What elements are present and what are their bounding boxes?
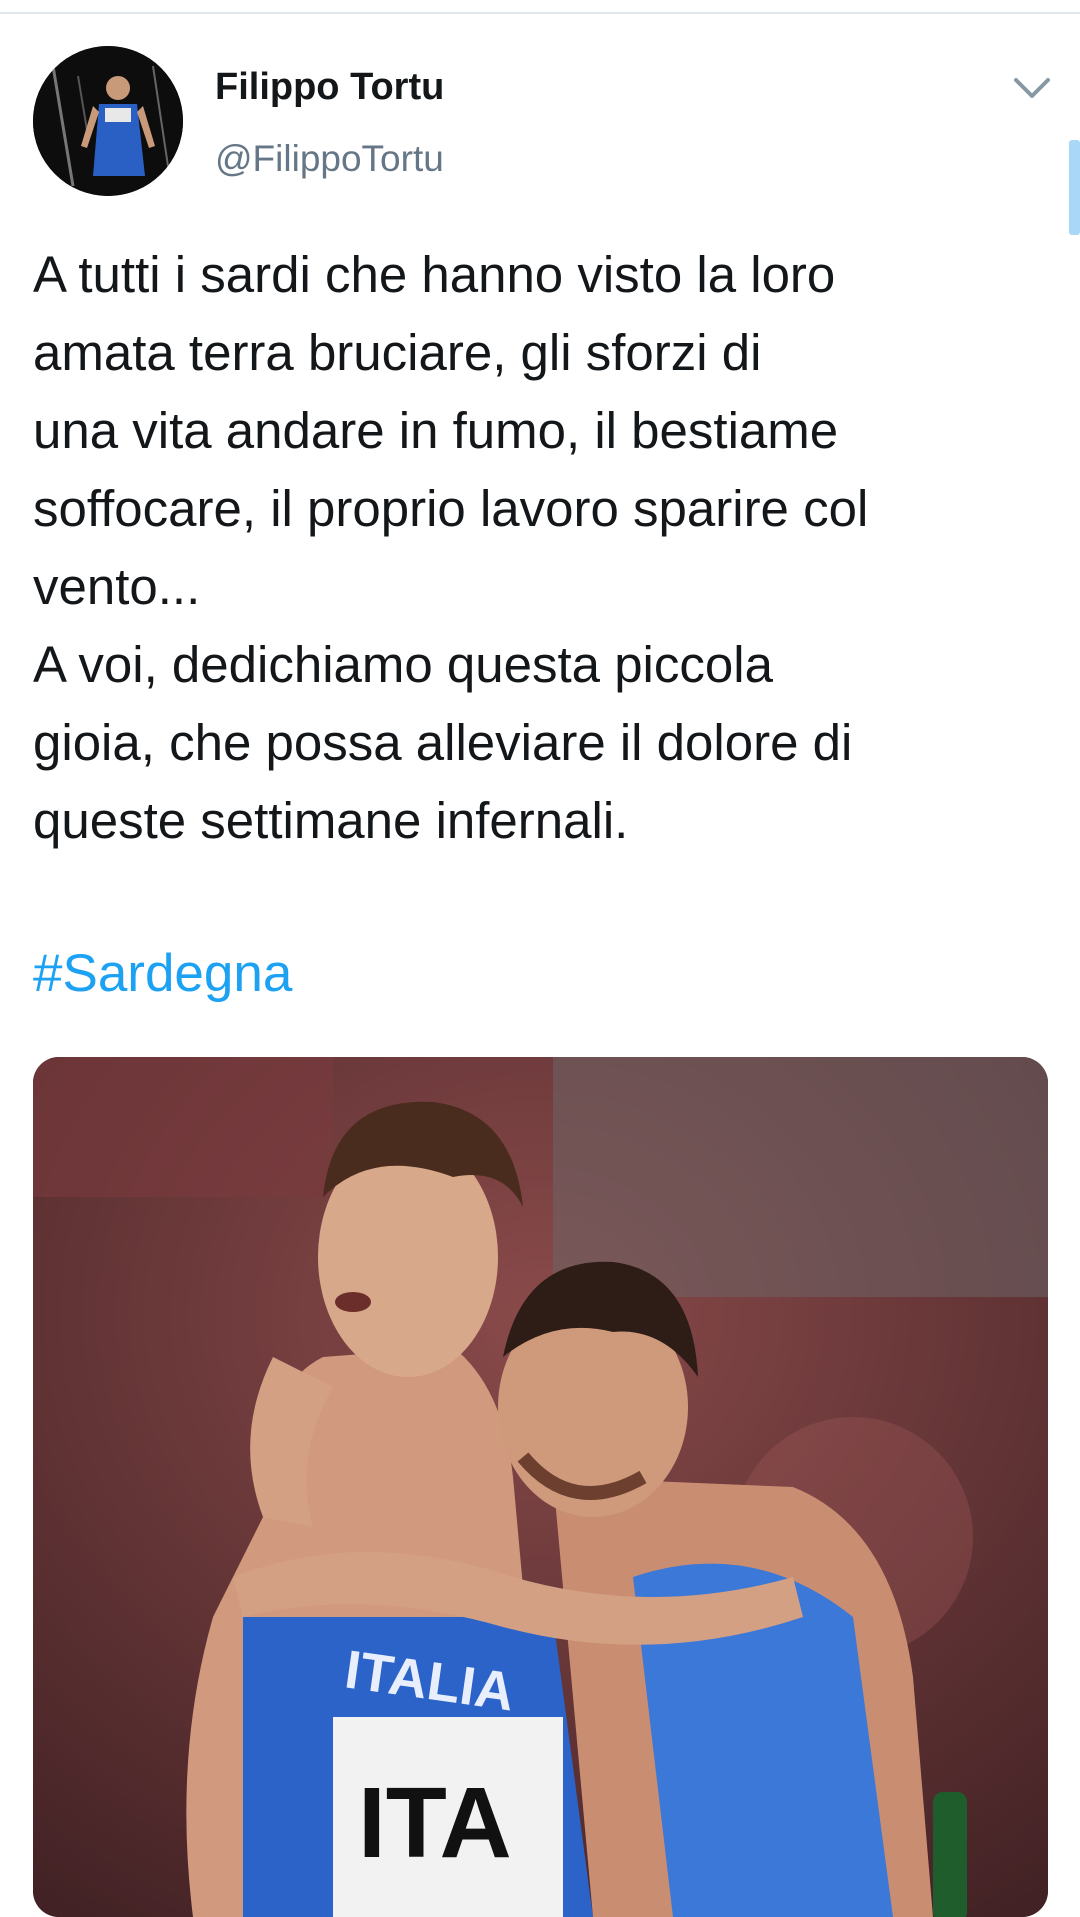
tweet-media-photo[interactable]: ITA ITALIA <box>33 1057 1048 1917</box>
tweet-text: A tutti i sardi che hanno visto la loro … <box>33 236 1053 860</box>
tweet-text-line: A tutti i sardi che hanno visto la loro <box>33 246 836 303</box>
author-handle[interactable]: @FilippoTortu <box>215 138 444 180</box>
chevron-down-icon[interactable] <box>1010 70 1054 106</box>
tweet-text-line: soffocare, il proprio lavoro sparire col <box>33 480 869 537</box>
tweet-text-line: A voi, dedichiamo questa piccola <box>33 636 773 693</box>
top-divider <box>0 12 1080 14</box>
author-avatar[interactable] <box>33 46 183 196</box>
tweet-text-line: vento... <box>33 558 201 615</box>
avatar-image <box>33 46 183 196</box>
author-display-name[interactable]: Filippo Tortu <box>215 66 444 109</box>
photo-two-athletes-embracing-icon: ITA ITALIA <box>33 1057 1048 1917</box>
scrollbar-thumb[interactable] <box>1069 140 1080 235</box>
bib-text: ITA <box>358 1767 512 1879</box>
tweet-text-line: amata terra bruciare, gli sforzi di <box>33 324 762 381</box>
tweet-text-line: queste settimane infernali. <box>33 792 629 849</box>
hashtag-link[interactable]: #Sardegna <box>33 935 292 1013</box>
tweet-text-line: gioia, che possa alleviare il dolore di <box>33 714 853 771</box>
tweet-text-line: una vita andare in fumo, il bestiame <box>33 402 839 459</box>
